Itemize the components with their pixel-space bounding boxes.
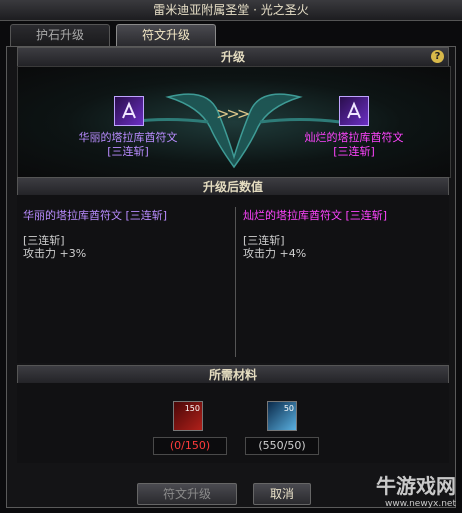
window-title: 雷米迪亚附属圣堂 · 光之圣火 <box>0 0 462 21</box>
watermark: 牛游戏网 www.newyx.net <box>376 470 456 509</box>
source-rune-name-line1: 华丽的塔拉库酋符文 <box>78 131 178 144</box>
main-panel: 升级 ? >>> 华丽的塔拉库酋符文 [三连斩] 灿烂的塔拉库酋符文 [三连斩]… <box>6 46 456 508</box>
red-crystal-amount: (0/150) <box>153 437 227 455</box>
stats-current: 华丽的塔拉库酋符文 [三连斩] [三连斩] 攻击力 +3% <box>23 209 229 260</box>
blue-crystal-icon[interactable]: 50 <box>267 401 297 431</box>
stats-upgraded-attack: 攻击力 +4% <box>243 247 307 260</box>
stats-panel: 华丽的塔拉库酋符文 [三连斩] [三连斩] 攻击力 +3% 灿烂的塔拉库酋符文 … <box>17 195 449 363</box>
cancel-button[interactable]: 取消 <box>253 483 311 505</box>
target-rune-icon[interactable] <box>339 96 369 126</box>
red-crystal-badge: 150 <box>184 404 200 413</box>
red-crystal-icon[interactable]: 150 <box>173 401 203 431</box>
tab-amulet-upgrade[interactable]: 护石升级 <box>10 24 110 46</box>
target-rune-name-line2: [三连斩] <box>333 145 375 158</box>
source-rune-name: 华丽的塔拉库酋符文 [三连斩] <box>58 131 198 159</box>
watermark-url: www.newyx.net <box>384 499 456 509</box>
stats-upgraded-skill: [三连斩] <box>243 234 285 247</box>
upgrade-header: 升级 ? <box>17 47 449 67</box>
rune-upgrade-button[interactable]: 符文升级 <box>137 483 237 505</box>
stats-current-skill: [三连斩] <box>23 234 65 247</box>
target-rune-name-line1: 灿烂的塔拉库酋符文 <box>304 131 404 144</box>
upgrade-header-label: 升级 <box>220 50 245 64</box>
target-rune-name: 灿烂的塔拉库酋符文 [三连斩] <box>284 131 424 159</box>
help-icon[interactable]: ? <box>431 50 444 63</box>
stats-upgraded-title: 灿烂的塔拉库酋符文 [三连斩] <box>243 209 388 222</box>
watermark-brand: 牛游戏网 <box>376 474 456 498</box>
blue-crystal-amount: (550/50) <box>245 437 319 455</box>
stats-divider <box>235 207 236 357</box>
source-rune-icon[interactable] <box>114 96 144 126</box>
source-rune-name-line2: [三连斩] <box>107 145 149 158</box>
materials-panel: 150 50 (0/150) (550/50) <box>17 383 449 463</box>
materials-header: 所需材料 <box>17 365 449 385</box>
stats-header: 升级后数值 <box>17 177 449 197</box>
stats-upgraded: 灿烂的塔拉库酋符文 [三连斩] [三连斩] 攻击力 +4% <box>243 209 443 260</box>
blue-crystal-badge: 50 <box>283 404 294 413</box>
upgrade-arrow-icon: >>> <box>216 104 250 123</box>
stats-current-attack: 攻击力 +3% <box>23 247 87 260</box>
upgrade-preview: >>> 华丽的塔拉库酋符文 [三连斩] 灿烂的塔拉库酋符文 [三连斩] <box>17 66 451 178</box>
stats-current-title: 华丽的塔拉库酋符文 [三连斩] <box>23 209 168 222</box>
tab-rune-upgrade[interactable]: 符文升级 <box>116 24 216 46</box>
